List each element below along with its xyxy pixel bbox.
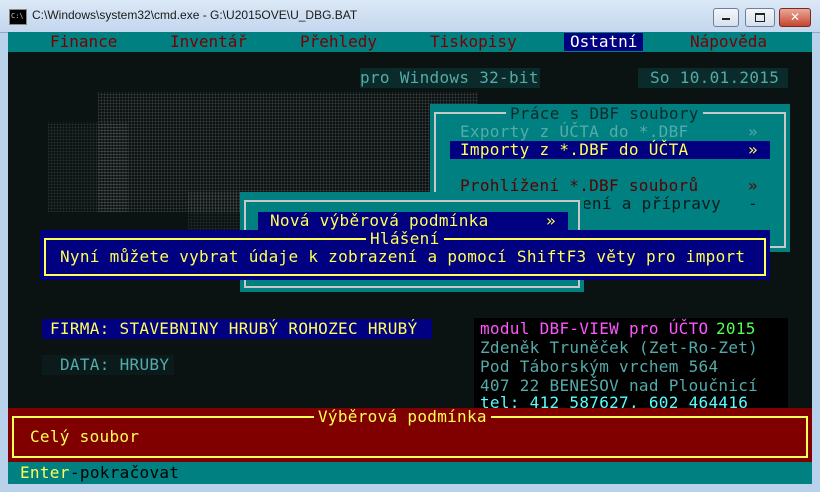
message-dialog: Hlášení Nyní můžete vybrat údaje k zobra… — [40, 230, 770, 280]
module-street: Pod Táborským vrchem 564 — [480, 357, 719, 376]
main-menu-bar: Finance Inventář Přehledy Tiskopisy Osta… — [8, 32, 812, 52]
date-label: So 10.01.2015 — [650, 68, 780, 87]
menu-tiskopisy[interactable]: Tiskopisy — [430, 33, 517, 51]
company-firma: FIRMA: STAVEBNINY HRUBÝ ROHOZEC HRUBÝ — [50, 319, 418, 338]
dbf-menu-item-import-arrow: » — [748, 140, 758, 159]
status-key[interactable]: Enter — [20, 464, 70, 482]
platform-label: pro Windows 32-bit — [360, 68, 539, 87]
message-dialog-text: Nyní můžete vybrat údaje k zobrazení a p… — [60, 247, 746, 266]
console-window: C:\Windows\system32\cmd.exe - G:\U2015OV… — [0, 0, 820, 492]
menu-finance[interactable]: Finance — [50, 33, 117, 51]
company-firma-box: FIRMA: STAVEBNINY HRUBÝ ROHOZEC HRUBÝ — [42, 319, 432, 339]
dbf-menu-item-export[interactable]: Exporty z ÚČTA do *.DBF — [460, 123, 688, 141]
module-info: modul DBF-VIEW pro ÚČTO 2015 Zdeněk Trun… — [474, 318, 788, 412]
condition-menu-item-arrow: » — [546, 211, 556, 230]
condition-menu-item-label: Nová výběrová podmínka — [270, 211, 489, 230]
maximize-icon — [755, 13, 765, 22]
close-icon: ✕ — [789, 10, 801, 24]
company-data-box: DATA: HRUBY — [42, 355, 174, 375]
dbf-menu-item-import[interactable]: Importy z *.DBF do ÚČTA » — [450, 141, 770, 159]
minimize-button[interactable] — [713, 8, 739, 27]
maximize-button[interactable] — [745, 8, 775, 27]
dbf-menu-item-partial[interactable]: ení a přípravy — [582, 195, 721, 213]
menu-inventar[interactable]: Inventář — [170, 33, 247, 51]
dbf-menu-title: Práce s DBF soubory — [506, 105, 703, 123]
title-bar[interactable]: C:\Windows\system32\cmd.exe - G:\U2015OV… — [0, 0, 820, 33]
status-action: -pokračovat — [70, 463, 180, 482]
selection-panel-value[interactable]: Celý soubor — [30, 428, 139, 446]
module-year: 2015 — [716, 319, 756, 338]
dbf-menu-item-browse-arrow: » — [748, 176, 758, 195]
date-box: So 10.01.2015 — [638, 68, 788, 88]
menu-napoveda[interactable]: Nápověda — [690, 33, 767, 51]
dbf-menu-item-export-arrow: » — [748, 122, 758, 141]
console-screen: Finance Inventář Přehledy Tiskopisy Osta… — [8, 32, 812, 484]
menu-prehledy[interactable]: Přehledy — [300, 33, 377, 51]
company-data: DATA: HRUBY — [60, 355, 170, 374]
selection-panel-title: Výběrová podmínka — [314, 408, 491, 426]
module-title: modul DBF-VIEW pro ÚČTO — [480, 319, 709, 338]
window-title: C:\Windows\system32\cmd.exe - G:\U2015OV… — [32, 8, 358, 22]
close-button[interactable]: ✕ — [779, 8, 811, 27]
dbf-menu-item-partial-arrow: - — [748, 194, 758, 213]
minimize-icon — [722, 18, 730, 20]
selection-panel: Výběrová podmínka Celý soubor — [8, 408, 812, 462]
status-bar: Enter -pokračovat — [8, 462, 812, 484]
platform-box: pro Windows 32-bit — [360, 68, 540, 88]
logo-pattern-left — [48, 122, 128, 212]
cmd-icon — [9, 9, 27, 25]
message-dialog-title: Hlášení — [366, 230, 444, 248]
dbf-menu-item-import-label: Importy z *.DBF do ÚČTA — [460, 140, 689, 159]
condition-menu-item[interactable]: Nová výběrová podmínka » — [258, 212, 568, 230]
module-author: Zdeněk Truněček (Zet-Ro-Zet) — [480, 338, 759, 357]
menu-ostatni[interactable]: Ostatní — [564, 33, 644, 51]
